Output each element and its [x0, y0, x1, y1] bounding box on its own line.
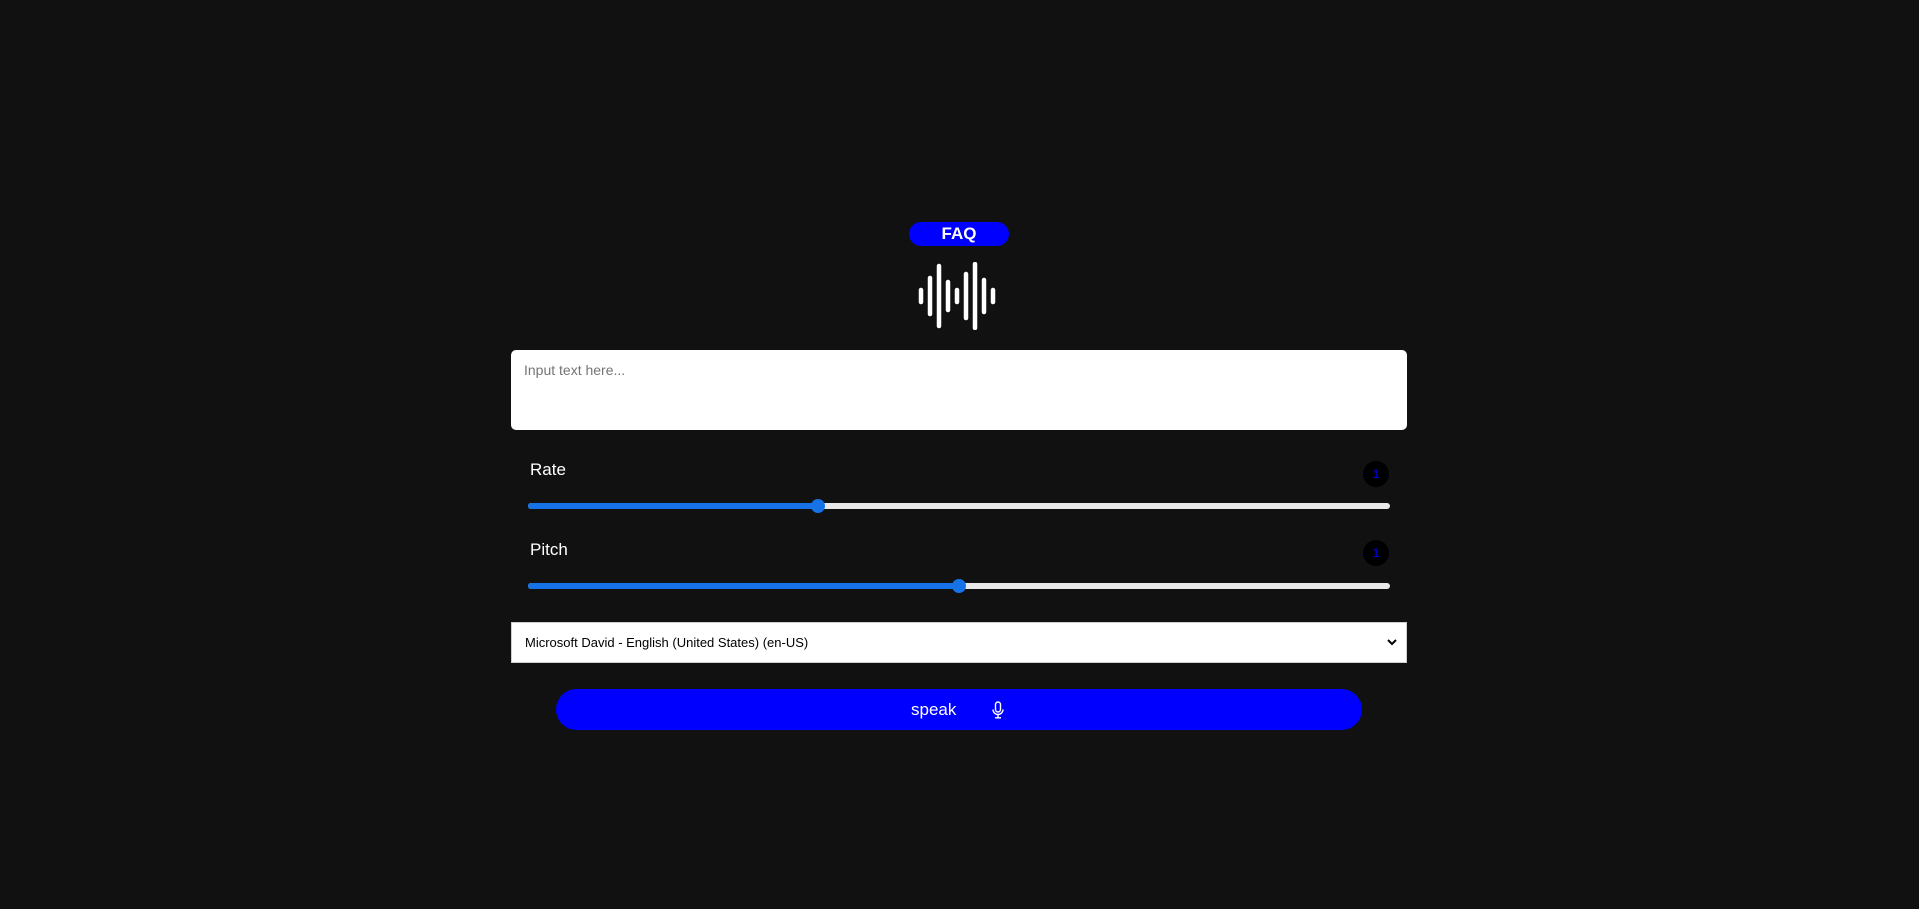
- voice-select[interactable]: Microsoft David - English (United States…: [511, 622, 1407, 663]
- pitch-slider-fill: [528, 583, 959, 589]
- rate-slider[interactable]: [528, 499, 1390, 513]
- rate-label: Rate: [530, 460, 566, 479]
- pitch-slider[interactable]: [528, 579, 1390, 593]
- voice-select-value: Microsoft David - English (United States…: [525, 635, 809, 650]
- rate-value-badge: 1: [1363, 461, 1389, 487]
- text-input[interactable]: [511, 350, 1407, 430]
- sound-wave-icon: [918, 262, 996, 330]
- pitch-label: Pitch: [530, 540, 568, 559]
- pitch-value-badge: 1: [1363, 540, 1389, 566]
- rate-slider-fill: [528, 503, 818, 509]
- rate-slider-thumb[interactable]: [810, 499, 825, 513]
- microphone-icon: [992, 701, 1004, 719]
- speak-button[interactable]: speak: [556, 689, 1362, 730]
- speak-button-label: speak: [911, 700, 957, 719]
- faq-button[interactable]: FAQ: [909, 222, 1009, 246]
- chevron-down-icon: [1387, 639, 1397, 646]
- pitch-slider-thumb[interactable]: [952, 579, 966, 593]
